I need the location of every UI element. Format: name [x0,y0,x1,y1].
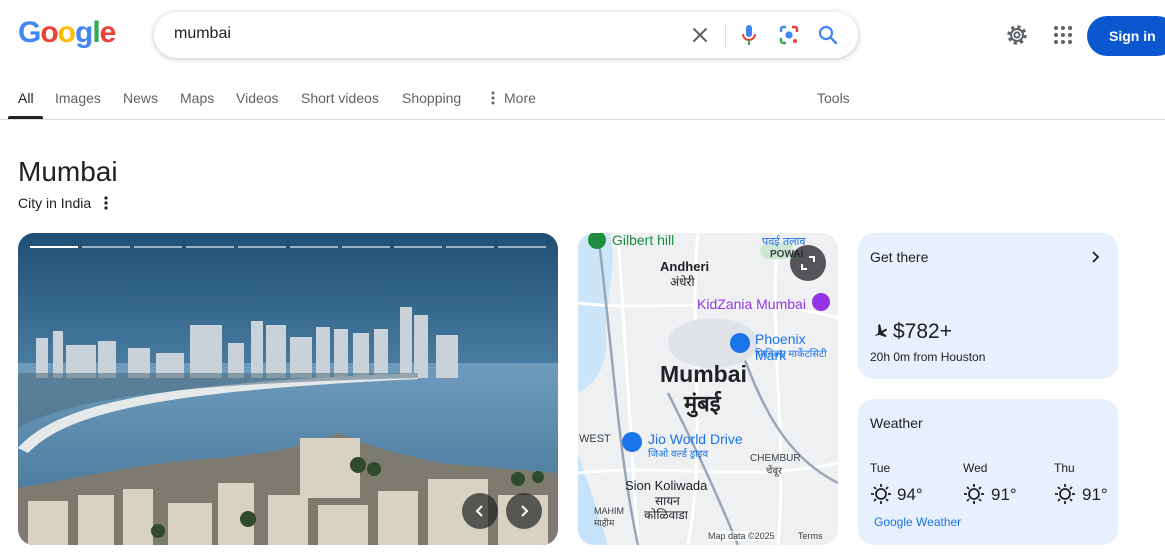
carousel-progress-segment [342,246,390,248]
map-label: अंधेरी [670,275,695,289]
map-label: Sion Koliwada [625,478,708,493]
map-label: Andheri [660,259,710,274]
sun-icon [963,483,985,510]
carousel-progress-segment [186,246,234,248]
map-label: कोळिवाडा [644,508,688,522]
weather-day: Thu [1054,461,1075,475]
tab-more[interactable]: More [504,90,536,106]
weather-temp: 91° [991,485,1017,504]
carousel-progress-segment [446,246,494,248]
weather-day: Tue [870,461,891,475]
shopping-pin-icon[interactable] [622,432,642,452]
entity-title: Mumbai [18,156,118,187]
airplane-icon [871,323,889,346]
entity-subtitle: City in India [18,195,92,211]
expand-icon [801,256,815,270]
shopping-pin-icon[interactable] [730,333,750,353]
carousel-progress-segment [394,246,442,248]
carousel-prev-button[interactable] [462,493,498,529]
logo-letter: g [75,16,93,49]
carousel-progress-segment [290,246,338,248]
tab-short-videos[interactable]: Short videos [301,90,379,106]
tab-videos[interactable]: Videos [236,90,279,106]
more-dots-icon [489,91,497,105]
map-label: Jio World Drive [648,431,743,447]
map-label: जिओ वर्ल्ड ड्राइव [648,449,709,460]
map-label: चेंबूर [766,466,783,477]
carousel-progress-segment [82,246,130,248]
map-label: WEST [579,433,611,445]
search-box[interactable]: mumbai [154,12,858,58]
carousel-progress-segment [238,246,286,248]
weather-day: Wed [963,461,988,475]
google-logo[interactable]: Google [18,16,117,50]
chevron-right-icon [521,505,529,517]
map-label: फिनिक्स मार्केटसिटी [755,349,827,360]
sun-icon [870,483,892,510]
map-label: Gilbert hill [612,233,675,248]
apps-grid-icon[interactable] [1050,22,1076,48]
search-icon[interactable] [815,22,841,48]
map-city-label-devanagari: मुंबई [684,391,721,416]
map-thumbnail[interactable]: Gilbert hill पवई तलाव POWAI Andheri अंधे… [578,233,838,545]
weather-title: Weather [870,415,923,431]
logo-letter: G [18,16,41,49]
gear-icon[interactable] [1004,22,1030,48]
carousel-progress-segment [30,246,78,248]
search-input[interactable]: mumbai [174,25,231,43]
tab-shopping[interactable]: Shopping [402,90,461,106]
kidzania-pin-icon[interactable] [812,293,830,311]
clear-icon[interactable] [687,22,713,48]
carousel-next-button[interactable] [506,493,542,529]
sun-icon [1054,483,1076,510]
get-there-card[interactable]: Get there $782+ 20h 0m from Houston [858,233,1118,379]
more-options-icon[interactable] [100,195,112,211]
weather-temp: 91° [1082,485,1108,504]
logo-letter: o [40,16,58,49]
chevron-right-icon [1090,250,1100,269]
logo-letter: l [92,16,100,49]
map-label: KidZania Mumbai [697,296,806,312]
map-label: MAHIM [594,506,624,516]
flight-price: $782+ [893,320,952,343]
tab-maps[interactable]: Maps [180,90,214,106]
google-weather-link[interactable]: Google Weather [874,515,961,529]
expand-map-button[interactable] [790,245,826,281]
logo-letter: o [57,16,76,49]
tab-images[interactable]: Images [55,90,101,106]
tools-button[interactable]: Tools [817,90,850,106]
weather-temp: 94° [897,485,923,504]
carousel-progress-segment [498,246,546,248]
logo-letter: e [99,16,117,49]
get-there-title: Get there [870,249,929,265]
weather-card[interactable]: Weather Tue 94° Wed 91° Thu 91° Google W… [858,399,1118,545]
map-attribution: Map data ©2025 [708,531,775,541]
map-label: माहीम [594,518,615,528]
carousel-progress-segment [134,246,182,248]
flight-duration: 20h 0m from Houston [870,350,986,364]
map-city-label: Mumbai [660,361,747,387]
tab-news[interactable]: News [123,90,158,106]
map-terms-link[interactable]: Terms [798,531,823,541]
lens-icon[interactable] [776,22,802,48]
microphone-icon[interactable] [736,22,762,48]
sign-in-button[interactable]: Sign in [1087,16,1165,56]
chevron-left-icon [475,505,483,517]
tabs-divider [0,119,1165,120]
tab-all[interactable]: All [18,90,34,106]
search-divider [725,23,726,48]
